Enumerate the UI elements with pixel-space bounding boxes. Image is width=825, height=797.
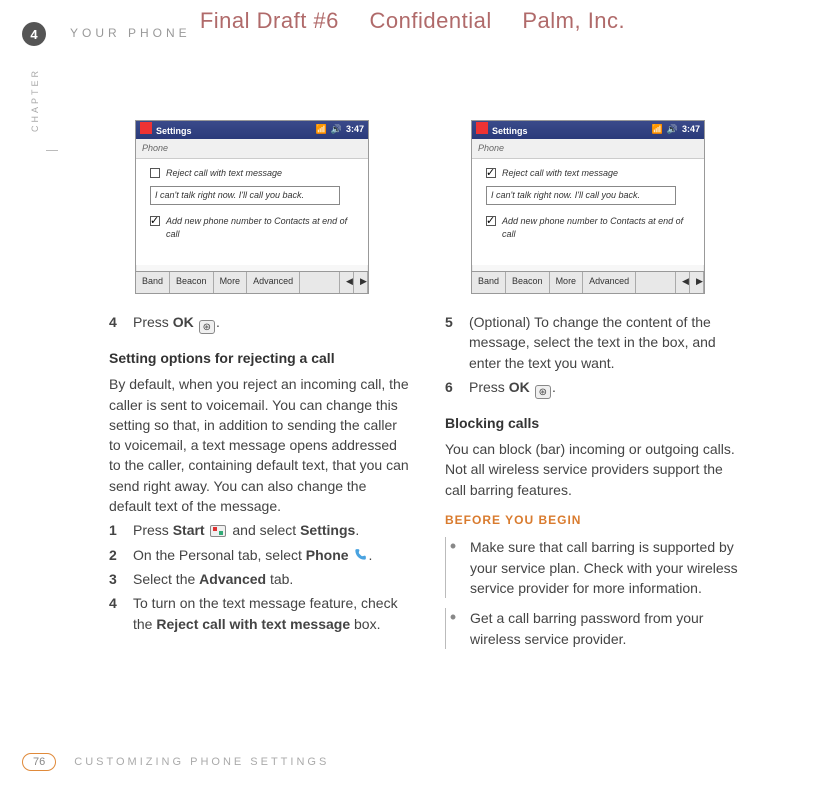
ss-titlebar: Settings 📶 🔊 3:47 bbox=[472, 121, 704, 139]
signal-icon: 📶 bbox=[316, 123, 327, 136]
before-you-begin-label: BEFORE YOU BEGIN bbox=[445, 512, 745, 529]
windows-flag-icon bbox=[140, 122, 152, 134]
tab-more: More bbox=[550, 272, 584, 293]
watermark-c: Palm, Inc. bbox=[522, 8, 625, 33]
reject-checkbox-checked bbox=[486, 168, 496, 178]
ss-tabs: Band Beacon More Advanced ◀ ▶ bbox=[136, 271, 368, 293]
tab-advanced: Advanced bbox=[583, 272, 636, 293]
watermark-a: Final Draft #6 bbox=[200, 8, 339, 33]
subhead-rejecting-call: Setting options for rejecting a call bbox=[109, 348, 409, 368]
bullet-icon: • bbox=[446, 608, 460, 649]
ss-body: Reject call with text message I can't ta… bbox=[136, 159, 368, 265]
footer-text: CUSTOMIZING PHONE SETTINGS bbox=[74, 756, 329, 768]
side-tick bbox=[46, 150, 58, 151]
right-column: Settings 📶 🔊 3:47 Phone Reject call with t… bbox=[445, 110, 745, 659]
chapter-side-label: CHAPTER bbox=[30, 68, 40, 132]
step-5: 5 (Optional) To change the content of th… bbox=[445, 312, 745, 373]
watermark-b: Confidential bbox=[370, 8, 492, 33]
left-column: Settings 📶 🔊 3:47 Phone Reject call with t… bbox=[109, 110, 409, 659]
tab-band: Band bbox=[472, 272, 506, 293]
step-1: 1 Press Start and select Settings. bbox=[109, 520, 409, 540]
speaker-icon: 🔊 bbox=[667, 123, 678, 136]
chapter-number-badge: 4 bbox=[22, 22, 46, 46]
ss-body: Reject call with text message I can't ta… bbox=[472, 159, 704, 265]
signal-icon: 📶 bbox=[652, 123, 663, 136]
windows-flag-icon bbox=[476, 122, 488, 134]
step-text: Press OK ⊛. bbox=[133, 312, 409, 334]
reject-text-input: I can't talk right now. I'll call you ba… bbox=[150, 186, 340, 205]
step-4-ok: 4 Press OK ⊛. bbox=[109, 312, 409, 334]
ss-tabs: Band Beacon More Advanced ◀ ▶ bbox=[472, 271, 704, 293]
step-number: 4 bbox=[109, 312, 123, 334]
tab-more: More bbox=[214, 272, 248, 293]
tab-spacer bbox=[636, 272, 676, 293]
page-number-badge: 76 bbox=[22, 753, 56, 771]
add-contact-checkbox-checked bbox=[486, 216, 496, 226]
bullet-1: • Make sure that call barring is support… bbox=[445, 537, 745, 598]
start-flag-icon bbox=[210, 525, 226, 537]
ss-titlebar: Settings 📶 🔊 3:47 bbox=[136, 121, 368, 139]
reject-text-input: I can't talk right now. I'll call you ba… bbox=[486, 186, 676, 205]
step-4-reject: 4 To turn on the text message feature, c… bbox=[109, 593, 409, 634]
bullet-2: • Get a call barring password from your … bbox=[445, 608, 745, 649]
para-rejecting-call: By default, when you reject an incoming … bbox=[109, 374, 409, 516]
subhead-blocking-calls: Blocking calls bbox=[445, 413, 745, 433]
phone-icon bbox=[353, 548, 367, 562]
tab-advanced: Advanced bbox=[247, 272, 300, 293]
ss-subheader: Phone bbox=[136, 139, 368, 159]
reject-label: Reject call with text message bbox=[166, 167, 282, 180]
ss-title-text: Settings bbox=[156, 126, 192, 136]
reject-checkbox-unchecked bbox=[150, 168, 160, 178]
screenshot-left: Settings 📶 🔊 3:47 Phone Reject call with t… bbox=[135, 120, 369, 294]
screenshot-right: Settings 📶 🔊 3:47 Phone Reject call with t… bbox=[471, 120, 705, 294]
tab-beacon: Beacon bbox=[506, 272, 550, 293]
tab-band: Band bbox=[136, 272, 170, 293]
ss-title-text: Settings bbox=[492, 126, 528, 136]
section-header: YOUR PHONE bbox=[70, 26, 191, 40]
add-contact-checkbox-checked bbox=[150, 216, 160, 226]
ss-time: 3:47 bbox=[346, 123, 364, 136]
add-contact-label: Add new phone number to Contacts at end … bbox=[502, 215, 690, 241]
tab-scroll-right-icon: ▶ bbox=[354, 272, 368, 293]
ok-button-icon: ⊛ bbox=[199, 320, 215, 334]
add-contact-label: Add new phone number to Contacts at end … bbox=[166, 215, 354, 241]
reject-label: Reject call with text message bbox=[502, 167, 618, 180]
ss-subheader: Phone bbox=[472, 139, 704, 159]
step-2: 2 On the Personal tab, select Phone . bbox=[109, 545, 409, 565]
ss-time: 3:47 bbox=[682, 123, 700, 136]
para-blocking-calls: You can block (bar) incoming or outgoing… bbox=[445, 439, 745, 500]
tab-spacer bbox=[300, 272, 340, 293]
step-6: 6 Press OK ⊛. bbox=[445, 377, 745, 399]
step-3: 3 Select the Advanced tab. bbox=[109, 569, 409, 589]
content-columns: Settings 📶 🔊 3:47 Phone Reject call with t… bbox=[109, 110, 769, 659]
page-footer: 76 CUSTOMIZING PHONE SETTINGS bbox=[22, 753, 329, 771]
tab-scroll-right-icon: ▶ bbox=[690, 272, 704, 293]
tab-scroll-left-icon: ◀ bbox=[676, 272, 690, 293]
bullet-icon: • bbox=[446, 537, 460, 598]
tab-scroll-left-icon: ◀ bbox=[340, 272, 354, 293]
speaker-icon: 🔊 bbox=[331, 123, 342, 136]
ok-button-icon: ⊛ bbox=[535, 385, 551, 399]
tab-beacon: Beacon bbox=[170, 272, 214, 293]
